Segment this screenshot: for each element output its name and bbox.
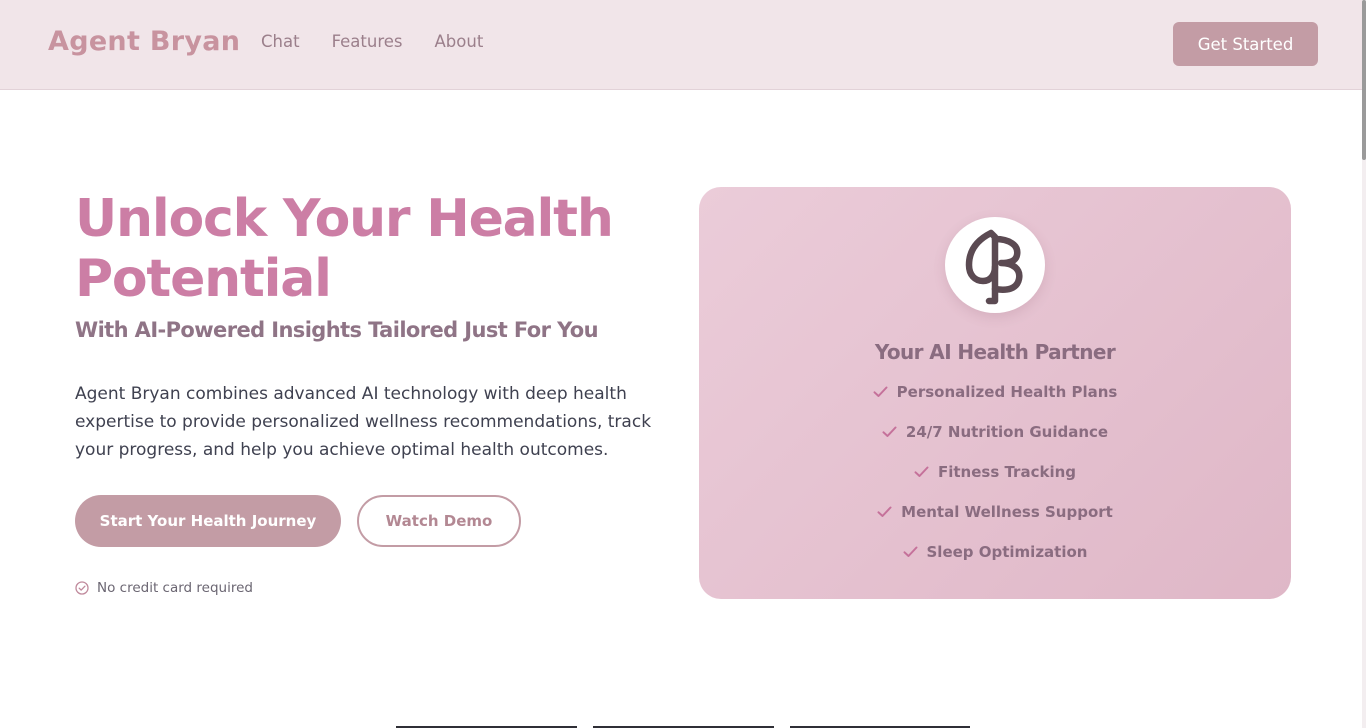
main-nav: Chat Features About: [261, 32, 483, 51]
note-text: No credit card required: [97, 580, 253, 596]
feature-label: Sleep Optimization: [926, 543, 1088, 561]
ai-partner-card: Your AI Health Partner Personalized Heal…: [699, 187, 1291, 599]
feature-item: 24/7 Nutrition Guidance: [699, 423, 1291, 463]
hero-title: Unlock Your Health Potential: [75, 189, 614, 309]
feature-label: Fitness Tracking: [937, 463, 1077, 481]
logo-badge: [945, 217, 1045, 313]
check-circle-icon: [75, 581, 89, 595]
watch-demo-button[interactable]: Watch Demo: [357, 495, 521, 547]
feature-list: Personalized Health Plans 24/7 Nutrition…: [699, 383, 1291, 583]
get-started-button[interactable]: Get Started: [1173, 22, 1318, 66]
start-journey-button[interactable]: Start Your Health Journey: [75, 495, 341, 547]
feature-item: Personalized Health Plans: [699, 383, 1291, 423]
scrollbar-track[interactable]: [1362, 0, 1366, 728]
scrollbar-thumb[interactable]: [1362, 0, 1366, 160]
feature-label: Mental Wellness Support: [901, 503, 1113, 521]
check-icon: [873, 386, 888, 397]
feature-item: Sleep Optimization: [699, 543, 1291, 583]
feature-item: Fitness Tracking: [699, 463, 1291, 503]
check-icon: [877, 506, 892, 517]
brand-logo[interactable]: Agent Bryan: [48, 26, 240, 57]
hero-description: Agent Bryan combines advanced AI technol…: [75, 384, 652, 460]
feature-item: Mental Wellness Support: [699, 503, 1291, 543]
top-navbar: Agent Bryan Chat Features About Get Star…: [0, 0, 1366, 90]
feature-label: Personalized Health Plans: [896, 383, 1118, 401]
bryan-logo-icon: [965, 229, 1023, 305]
nav-about[interactable]: About: [435, 32, 484, 51]
feature-label: 24/7 Nutrition Guidance: [905, 423, 1109, 441]
check-icon: [914, 466, 929, 477]
check-icon: [903, 546, 917, 557]
card-title: Your AI Health Partner: [874, 340, 1116, 364]
nav-features[interactable]: Features: [332, 32, 403, 51]
nav-chat[interactable]: Chat: [261, 32, 300, 51]
no-credit-card-note: No credit card required: [75, 580, 253, 596]
check-icon: [882, 426, 897, 437]
hero-subtitle: With AI-Powered Insights Tailored Just F…: [75, 318, 599, 342]
